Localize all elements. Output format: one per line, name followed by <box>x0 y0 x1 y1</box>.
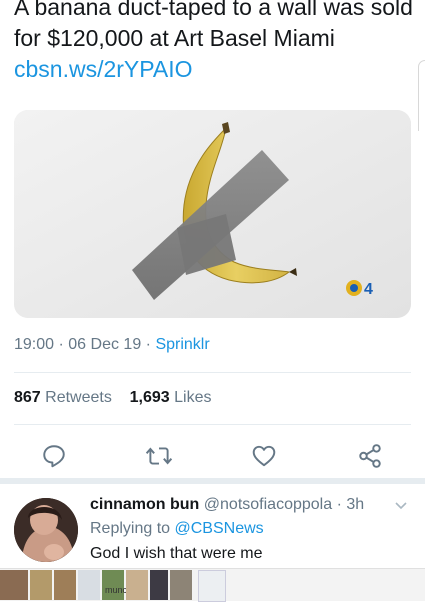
reply-menu-button[interactable] <box>394 498 408 516</box>
avatar[interactable] <box>14 498 78 562</box>
tweet-timestamp: 19:00 · 06 Dec 19 · Sprinklr <box>14 336 210 353</box>
divider <box>14 372 411 373</box>
thumbnail[interactable] <box>198 570 226 602</box>
replying-to-handle[interactable]: @CBSNews <box>175 520 264 537</box>
divider <box>14 424 411 425</box>
reply-button[interactable] <box>36 438 72 474</box>
tweet-source-link[interactable]: Sprinklr <box>155 336 209 353</box>
retweet-button[interactable] <box>141 438 177 474</box>
reply-text: God I wish that were me <box>90 545 263 562</box>
tweet-media-image[interactable]: 4 <box>14 110 411 318</box>
thumbnail[interactable] <box>170 570 192 600</box>
recent-apps-tray: munc <box>0 568 425 602</box>
reply-time: 3h <box>346 496 365 513</box>
banana-photo: 4 <box>14 110 411 318</box>
avatar-image <box>14 498 78 562</box>
retweets-stat[interactable]: 867 Retweets <box>14 389 112 406</box>
like-button[interactable] <box>246 438 282 474</box>
share-icon <box>359 444 381 468</box>
reply-header: cinnamon bun @notsofiacoppola · 3h <box>90 496 365 513</box>
chevron-down-icon <box>395 502 407 510</box>
thumbnail[interactable] <box>54 570 76 600</box>
svg-text:4: 4 <box>364 281 373 298</box>
share-button[interactable] <box>352 438 388 474</box>
tweet-stats: 867 Retweets 1,693 Likes <box>14 389 212 407</box>
thumbnail[interactable] <box>126 570 148 600</box>
tweet-text: A banana duct-taped to a wall was sold f… <box>14 0 414 85</box>
reply-tweet[interactable]: cinnamon bun @notsofiacoppola · 3h Reply… <box>0 484 425 568</box>
heart-icon <box>252 445 276 467</box>
thumbnail[interactable] <box>0 570 28 600</box>
thumbnail[interactable]: munc <box>102 570 127 600</box>
tweet-link[interactable]: cbsn.ws/2rYPAIO <box>14 56 193 82</box>
thumbnail[interactable] <box>150 570 168 600</box>
tweet-actions <box>0 438 425 474</box>
reply-author-handle[interactable]: @notsofiacoppola <box>204 496 332 513</box>
replying-to: Replying to @CBSNews <box>90 520 264 537</box>
thumbnail[interactable] <box>30 570 52 600</box>
tweet-body: A banana duct-taped to a wall was sold f… <box>14 0 413 51</box>
reply-icon <box>43 445 65 468</box>
thumbnail[interactable] <box>78 570 100 600</box>
scrollbar[interactable] <box>418 60 425 131</box>
retweet-icon <box>145 447 173 465</box>
likes-stat[interactable]: 1,693 Likes <box>130 389 212 406</box>
reply-author-name[interactable]: cinnamon bun <box>90 496 199 513</box>
